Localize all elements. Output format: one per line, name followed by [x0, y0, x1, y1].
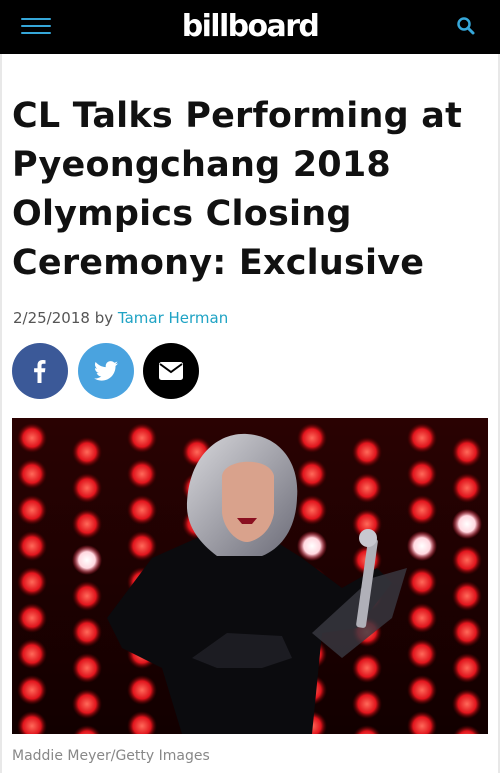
stage-light [452, 437, 482, 467]
stage-light [127, 531, 157, 561]
stage-light [452, 617, 482, 647]
stage-light [127, 423, 157, 453]
stage-light [452, 509, 482, 539]
stage-light [352, 653, 382, 683]
stage-light [352, 473, 382, 503]
top-navigation-bar: billboard [0, 0, 500, 54]
stage-light [127, 495, 157, 525]
stage-light [72, 473, 102, 503]
twitter-share-button[interactable] [78, 343, 134, 399]
article-byline: 2/25/2018 by Tamar Herman [13, 309, 228, 327]
stage-light [297, 495, 327, 525]
stage-light [72, 653, 102, 683]
stage-light [72, 617, 102, 647]
stage-light [72, 545, 102, 575]
stage-light [17, 423, 47, 453]
stage-light [407, 567, 437, 597]
stage-light [17, 495, 47, 525]
stage-light [452, 545, 482, 575]
stage-light [352, 437, 382, 467]
stage-light [17, 459, 47, 489]
stage-light [407, 459, 437, 489]
stage-light [297, 423, 327, 453]
stage-light [407, 531, 437, 561]
twitter-icon [94, 361, 118, 381]
hamburger-menu-icon[interactable] [21, 14, 51, 38]
stage-light [297, 531, 327, 561]
email-share-button[interactable] [143, 343, 199, 399]
stage-light [452, 581, 482, 611]
byline-by: by [94, 309, 114, 327]
stage-light [17, 603, 47, 633]
stage-light [407, 675, 437, 705]
stage-light [452, 653, 482, 683]
publish-date: 2/25/2018 [13, 309, 90, 327]
email-icon [159, 362, 183, 380]
author-link[interactable]: Tamar Herman [118, 309, 228, 327]
stage-light [352, 689, 382, 719]
billboard-logo[interactable]: billboard [182, 0, 320, 54]
stage-light [452, 689, 482, 719]
article-hero-photo[interactable] [12, 418, 488, 734]
stage-light [407, 603, 437, 633]
facebook-share-button[interactable] [12, 343, 68, 399]
stage-light [17, 639, 47, 669]
stage-light [452, 473, 482, 503]
stage-light [17, 567, 47, 597]
stage-light [127, 675, 157, 705]
stage-light [72, 509, 102, 539]
stage-light [72, 437, 102, 467]
facebook-icon [34, 360, 46, 383]
article-headline: CL Talks Performing at Pyeongchang 2018 … [12, 96, 463, 283]
stage-light [72, 581, 102, 611]
stage-light [407, 423, 437, 453]
stage-light [297, 459, 327, 489]
stage-light [17, 531, 47, 561]
photo-caption: Maddie Meyer/Getty Images [12, 748, 210, 764]
stage-light [72, 689, 102, 719]
stage-light [17, 675, 47, 705]
stage-light [127, 459, 157, 489]
stage-light [407, 639, 437, 669]
stage-light [407, 495, 437, 525]
search-icon[interactable] [456, 16, 476, 36]
